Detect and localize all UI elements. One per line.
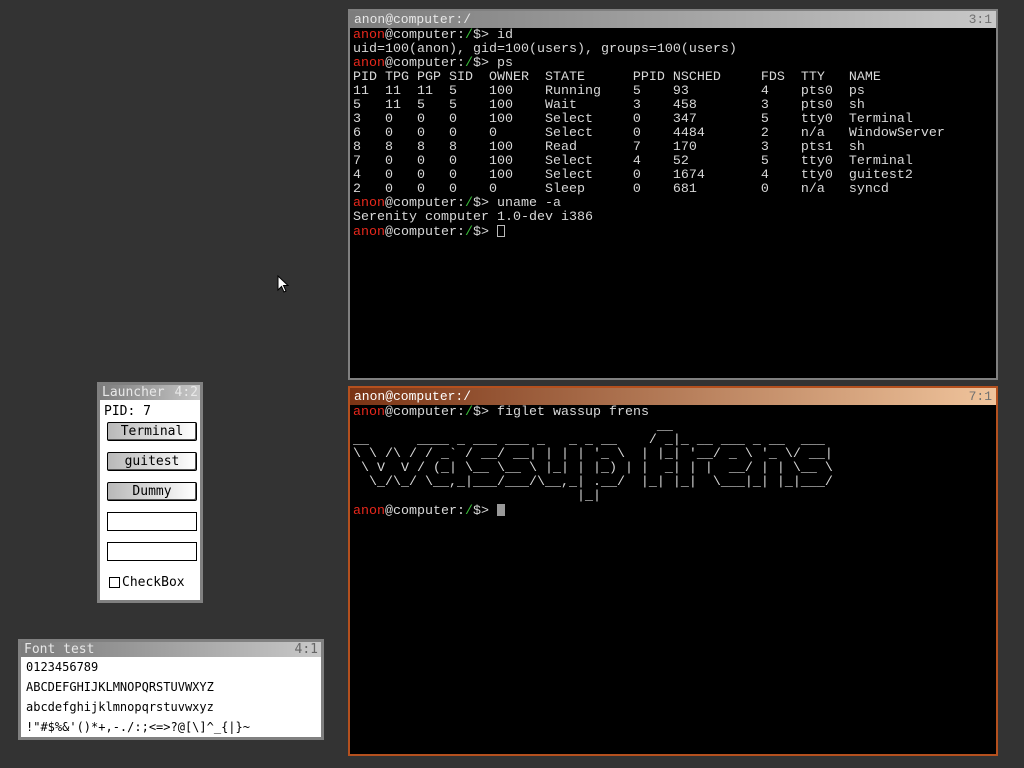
output-line: 8 8 8 8 100 Read 7 170 3 pts1 sh xyxy=(353,140,865,155)
window-title: anon@computer:/ xyxy=(354,12,472,27)
output-line: 7 0 0 0 100 Select 4 52 5 tty0 Terminal xyxy=(353,154,913,169)
window-title: anon@computer:/ xyxy=(354,389,472,404)
prompt-host: @computer: xyxy=(385,405,465,420)
text-cursor xyxy=(496,504,505,516)
prompt-path: / xyxy=(464,196,473,211)
terminal-screen[interactable]: anon@computer:/$> id uid=100(anon), gid=1… xyxy=(350,28,996,240)
font-line-digits: 0123456789 xyxy=(26,660,99,674)
prompt-suffix: $> xyxy=(472,225,497,240)
command-text: ps xyxy=(496,56,513,71)
command-text: figlet wassup frens xyxy=(496,405,649,420)
prompt-host: @computer: xyxy=(385,196,465,211)
title-bar[interactable]: Launcher 4:2 xyxy=(100,385,200,400)
terminal-window-1[interactable]: anon@computer:/ 3:1 anon@computer:/$> id… xyxy=(348,9,998,380)
text-box-2[interactable] xyxy=(107,542,197,561)
text-box-1[interactable] xyxy=(107,512,197,531)
output-line: 2 0 0 0 0 Sleep 0 681 0 n/a syncd xyxy=(353,182,889,197)
output-line: __ ____ _ ___ ___ _ _ _ __ / _|_ __ ___ … xyxy=(353,433,825,448)
launcher-window[interactable]: Launcher 4:2 PID: 7 Terminal guitest Dum… xyxy=(97,382,203,603)
prompt-suffix: $> xyxy=(472,56,497,71)
window-id: 7:1 xyxy=(968,389,992,404)
font-line-lower: abcdefghijklmnopqrstuvwxyz xyxy=(26,700,214,714)
output-line: PID TPG PGP SID OWNER STATE PPID NSCHED … xyxy=(353,70,881,85)
prompt-suffix: $> xyxy=(472,405,497,420)
prompt-line: anon@computer:/$> xyxy=(353,504,993,519)
prompt-suffix: $> xyxy=(472,28,497,43)
guitest-button[interactable]: guitest xyxy=(107,452,197,471)
prompt-user: anon xyxy=(353,405,385,420)
prompt-suffix: $> xyxy=(472,504,497,519)
text-cursor xyxy=(496,225,505,237)
dummy-button[interactable]: Dummy xyxy=(107,482,197,501)
checkbox-label: CheckBox xyxy=(122,575,185,590)
output-line: \ V V / (_| \__ \__ \ |_| | |_) | | _| |… xyxy=(353,461,833,476)
checkbox-box[interactable] xyxy=(109,577,120,588)
output-line: uid=100(anon), gid=100(users), groups=10… xyxy=(353,42,737,57)
checkbox[interactable]: CheckBox xyxy=(109,575,185,590)
output-line: Serenity computer 1.0-dev i386 xyxy=(353,210,593,225)
prompt-path: / xyxy=(464,225,473,240)
font-line-symbols: !"#$%&'()*+,-./:;<=>?@[\]^_{|}~ xyxy=(26,720,250,734)
title-bar[interactable]: Font test 4:1 xyxy=(21,642,321,657)
prompt-host: @computer: xyxy=(385,225,465,240)
terminal-screen[interactable]: anon@computer:/$> figlet wassup frens __… xyxy=(350,405,996,519)
prompt-path: / xyxy=(464,28,473,43)
prompt-suffix: $> xyxy=(472,196,497,211)
window-title: Launcher xyxy=(102,385,165,400)
window-id: 4:1 xyxy=(294,642,318,657)
output-line: 11 11 11 5 100 Running 5 93 4 pts0 ps xyxy=(353,84,865,99)
output-line: __ xyxy=(353,419,673,434)
output-line: 4 0 0 0 100 Select 0 1674 4 tty0 guitest… xyxy=(353,168,913,183)
output-line: |_| xyxy=(353,489,601,504)
terminal-window-2[interactable]: anon@computer:/ 7:1 anon@computer:/$> fi… xyxy=(348,386,998,756)
output-line: 3 0 0 0 100 Select 0 347 5 tty0 Terminal xyxy=(353,112,913,127)
prompt-host: @computer: xyxy=(385,28,465,43)
font-test-window[interactable]: Font test 4:1 0123456789 ABCDEFGHIJKLMNO… xyxy=(18,639,324,740)
terminal-button[interactable]: Terminal xyxy=(107,422,197,441)
window-title: Font test xyxy=(24,642,95,657)
prompt-line: anon@computer:/$> figlet wassup frens xyxy=(353,406,993,420)
prompt-line: anon@computer:/$> id xyxy=(353,29,993,43)
prompt-user: anon xyxy=(353,504,385,519)
prompt-path: / xyxy=(464,405,473,420)
title-bar[interactable]: anon@computer:/ 3:1 xyxy=(350,11,996,28)
command-text: uname -a xyxy=(496,196,561,211)
window-id: 4:2 xyxy=(174,385,198,400)
output-line: 6 0 0 0 0 Select 0 4484 2 n/a WindowServ… xyxy=(353,126,945,141)
window-id: 3:1 xyxy=(968,12,992,27)
prompt-user: anon xyxy=(353,28,385,43)
prompt-user: anon xyxy=(353,225,385,240)
output-line: 5 11 5 5 100 Wait 3 458 3 pts0 sh xyxy=(353,98,865,113)
prompt-host: @computer: xyxy=(385,504,465,519)
prompt-line: anon@computer:/$> uname -a xyxy=(353,197,993,211)
prompt-line: anon@computer:/$> ps xyxy=(353,57,993,71)
mouse-cursor-icon xyxy=(277,275,289,293)
font-line-upper: ABCDEFGHIJKLMNOPQRSTUVWXYZ xyxy=(26,680,214,694)
prompt-path: / xyxy=(464,56,473,71)
pid-label: PID: 7 xyxy=(104,404,151,419)
title-bar[interactable]: anon@computer:/ 7:1 xyxy=(350,388,996,405)
prompt-host: @computer: xyxy=(385,56,465,71)
command-text: id xyxy=(496,28,513,43)
prompt-user: anon xyxy=(353,56,385,71)
output-line: \ \ /\ / / _` / __/ __| | | | '_ \ | |_|… xyxy=(353,447,833,462)
prompt-line: anon@computer:/$> xyxy=(353,225,993,240)
prompt-user: anon xyxy=(353,196,385,211)
prompt-path: / xyxy=(464,504,473,519)
output-line: \_/\_/ \__,_|___/___/\__,_| .__/ |_| |_|… xyxy=(353,475,833,490)
